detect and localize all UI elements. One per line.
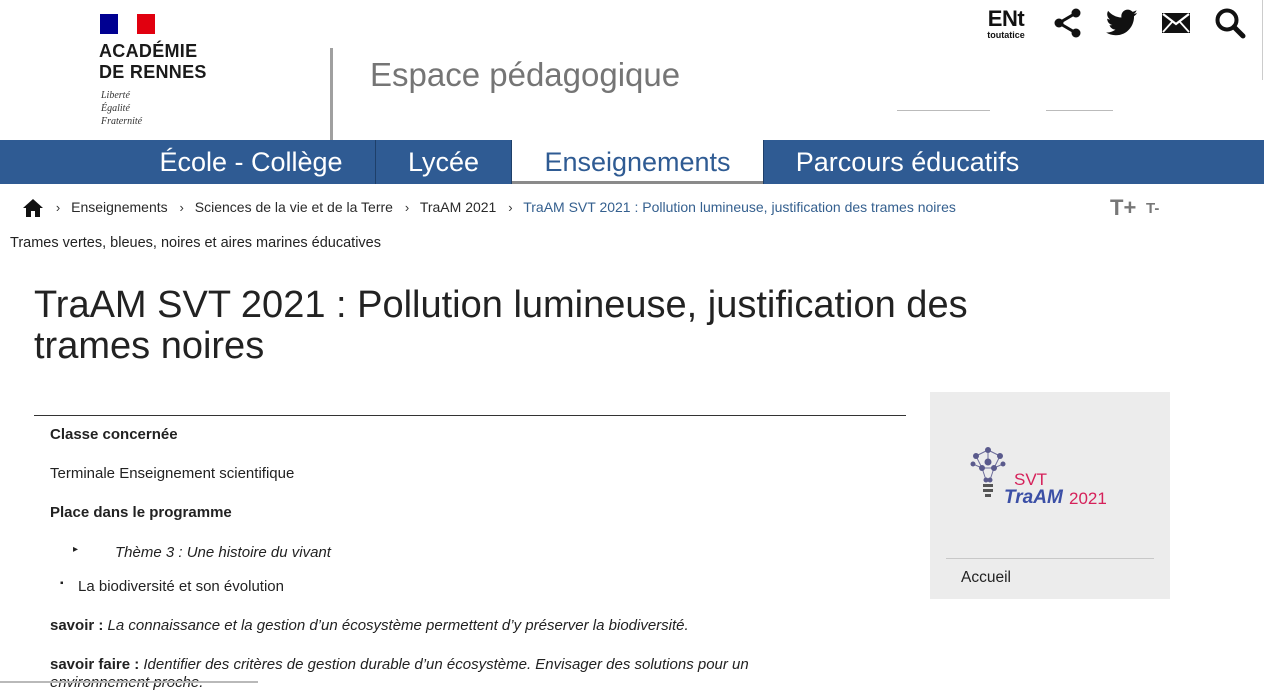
ent-toutatice-link[interactable]: ENt toutatice (982, 6, 1030, 41)
content-divider (34, 415, 906, 416)
traam-logo[interactable] (968, 444, 1008, 508)
nav-ecole-college[interactable]: École - Collège (127, 140, 375, 184)
lightbulb-network-icon (970, 447, 1006, 497)
breadcrumb-item[interactable]: Enseignements (71, 199, 168, 215)
motto-liberte: Liberté (101, 90, 130, 101)
classe-label: Classe concernée (50, 426, 178, 443)
decorative-rule (1046, 110, 1113, 111)
savoir-faire-label: savoir faire : (50, 656, 140, 673)
nav-enseignements[interactable]: Enseignements (512, 140, 763, 184)
share-icon[interactable] (1050, 6, 1086, 40)
sidebar-divider (946, 558, 1154, 559)
breadcrumb: › Enseignements › Sciences de la vie et … (22, 197, 956, 218)
classe-value: Terminale Enseignement scientifique (50, 465, 295, 482)
site-title[interactable]: Espace pédagogique (370, 56, 680, 94)
academy-logo[interactable]: ACADÉMIE DE RENNES (99, 41, 207, 83)
chevron-right-icon: › (179, 200, 184, 215)
breadcrumb-current: TraAM SVT 2021 : Pollution lumineuse, ju… (523, 199, 956, 215)
ent-label: ENt (987, 6, 1025, 31)
breadcrumb-item[interactable]: TraAM 2021 (420, 199, 497, 215)
theme-text: Thème 3 : Une histoire du vivant (115, 544, 331, 561)
nav-lycee[interactable]: Lycée (376, 140, 511, 184)
chevron-right-icon: › (404, 200, 410, 215)
nav-parcours-educatifs[interactable]: Parcours éducatifs (764, 140, 1051, 184)
motto-fraternite: Fraternité (101, 116, 143, 127)
decorative-rule (897, 110, 990, 111)
academy-line-1: ACADÉMIE (99, 41, 198, 61)
bullet-text: La biodiversité et son évolution (78, 578, 284, 595)
text-size-increase-button[interactable]: T+ (1110, 195, 1136, 221)
caret-right-icon: ▸ (73, 544, 79, 555)
page-title: TraAM SVT 2021 : Pollution lumineuse, ju… (34, 284, 968, 367)
main-nav: École - Collège Lycée Enseignements Parc… (0, 140, 1264, 184)
academy-line-2: DE RENNES (99, 62, 207, 82)
scrollbar-edge (1262, 0, 1263, 80)
motto-egalite: Égalité (101, 103, 130, 114)
savoir-faire-line: savoir faire : Identifier des critères d… (50, 656, 749, 673)
sidebar-accueil-link[interactable]: Accueil (961, 569, 1011, 587)
section-rubrique-link[interactable]: Trames vertes, bleues, noires et aires m… (10, 235, 381, 251)
bullet-icon: ▪ (60, 578, 64, 589)
twitter-icon[interactable] (1104, 6, 1140, 40)
savoir-label: savoir : (50, 617, 104, 634)
savoir-faire-text: Identifier des critères de gestion durab… (143, 656, 749, 673)
marianne-flag-logo (100, 14, 155, 34)
site-header: ACADÉMIE DE RENNES Liberté Égalité Frate… (0, 0, 1266, 140)
chevron-right-icon: › (55, 200, 61, 215)
logo-year-text: 2021 (1069, 489, 1107, 508)
header-divider (330, 48, 333, 140)
logo-traam-text: TraAM (1004, 487, 1063, 508)
savoir-text: La connaissance et la gestion d’un écosy… (107, 617, 689, 634)
ent-sublabel: toutatice (987, 30, 1025, 40)
programme-label: Place dans le programme (50, 504, 232, 521)
savoir-line: savoir : La connaissance et la gestion d… (50, 617, 689, 634)
home-icon[interactable] (22, 198, 44, 218)
republic-motto: Liberté Égalité Fraternité (101, 89, 142, 128)
search-icon[interactable] (1212, 6, 1248, 40)
text-size-decrease-button[interactable]: T- (1146, 200, 1159, 217)
chevron-right-icon: › (508, 200, 513, 215)
mail-icon[interactable] (1158, 6, 1194, 40)
breadcrumb-item[interactable]: Sciences de la vie et de la Terre (195, 199, 393, 215)
